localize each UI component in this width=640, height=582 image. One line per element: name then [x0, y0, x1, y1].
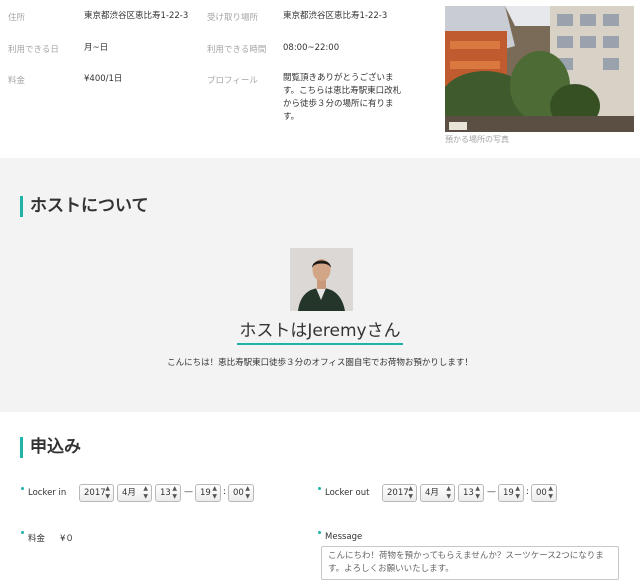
locker-out-hour-value: 19: [503, 488, 514, 498]
teal-dot-icon: [318, 487, 321, 490]
host-name-heading: ホストはJeremyさん: [0, 316, 640, 345]
pickup-value: 東京都渋谷区恵比寿1-22-3: [283, 11, 388, 21]
profile-value: 閲覧頂きありがとうございます。こちらは恵比寿駅東口改札から徒歩３分の場所に有りま…: [283, 73, 402, 122]
price-label: 料金: [8, 76, 26, 86]
time-colon: :: [526, 487, 530, 497]
host-name: ホストはJeremyさん: [237, 321, 403, 345]
days-label: 利用できる日: [8, 45, 59, 55]
locker-out-month-select[interactable]: 4月 ▲ ▼: [420, 484, 455, 502]
host-section: ホストについて ホストはJeremyさん こんにちは！恵比寿駅東口徒歩３分のオフ…: [0, 158, 640, 412]
host-avatar: [290, 248, 353, 311]
locker-in-minute-value: 00: [233, 488, 244, 498]
locker-in-label: Locker in: [28, 488, 67, 498]
photo-caption: 預かる場所の写真: [445, 135, 509, 144]
updown-arrow-icon: ▲ ▼: [143, 485, 148, 500]
locker-out-minute-value: 00: [536, 488, 547, 498]
fee-value: ¥０: [60, 534, 74, 544]
locker-in-day-select[interactable]: 13 ▲ ▼: [155, 484, 181, 502]
updown-arrow-icon: ▲ ▼: [245, 485, 250, 500]
hours-label: 利用できる時間: [207, 45, 267, 55]
message-label: Message: [325, 532, 363, 542]
updown-arrow-icon: ▲ ▼: [515, 485, 520, 500]
apply-section-title: 申込み: [20, 437, 81, 458]
locker-out-year-select[interactable]: 2017 ▲ ▼: [382, 484, 417, 502]
price-value: ¥400/1日: [84, 74, 123, 84]
updown-arrow-icon: ▲ ▼: [408, 485, 413, 500]
updown-arrow-icon: ▲ ▼: [172, 485, 177, 500]
application-form: 申込み Locker in 2017 ▲ ▼ 4月 ▲ ▼ 13 ▲ ▼ — 19 ▲ ▼ : …: [0, 412, 640, 582]
profile-label: プロフィール: [207, 76, 258, 86]
date-time-dash: —: [184, 487, 193, 497]
locker-in-hour-value: 19: [200, 488, 211, 498]
locker-in-minute-select[interactable]: 00 ▲ ▼: [228, 484, 254, 502]
updown-arrow-icon: ▲ ▼: [212, 485, 217, 500]
hours-value: 08:00~22:00: [283, 43, 340, 53]
host-avatar-image: [290, 248, 353, 311]
locker-in-month-select[interactable]: 4月 ▲ ▼: [117, 484, 152, 502]
address-label: 住所: [8, 13, 26, 23]
location-photo[interactable]: [445, 6, 634, 132]
locker-in-month-value: 4月: [122, 488, 136, 498]
locker-in-year-value: 2017: [84, 488, 106, 498]
address-value: 東京都渋谷区恵比寿1-22-3: [84, 11, 189, 21]
locker-out-month-value: 4月: [425, 488, 439, 498]
locker-out-hour-select[interactable]: 19 ▲ ▼: [498, 484, 524, 502]
pickup-label: 受け取り場所: [207, 13, 259, 23]
locker-in-hour-select[interactable]: 19 ▲ ▼: [195, 484, 221, 502]
updown-arrow-icon: ▲ ▼: [548, 485, 553, 500]
teal-dot-icon: [21, 531, 24, 534]
street-photo-image: [445, 6, 634, 132]
teal-dot-icon: [318, 531, 321, 534]
updown-arrow-icon: ▲ ▼: [105, 485, 110, 500]
locker-out-label: Locker out: [325, 488, 370, 498]
message-textarea[interactable]: こんにちわ！荷物を預かってもらえませんか？スーツケース2つになります。よろしくお…: [321, 546, 619, 580]
updown-arrow-icon: ▲ ▼: [446, 485, 451, 500]
locker-out-day-value: 13: [463, 488, 474, 498]
locker-out-year-value: 2017: [387, 488, 409, 498]
fee-label: 料金: [28, 534, 46, 544]
locker-out-day-select[interactable]: 13 ▲ ▼: [458, 484, 484, 502]
teal-dot-icon: [21, 487, 24, 490]
host-description: こんにちは！恵比寿駅東口徒歩３分のオフィス圏自宅でお荷物お預かりします！: [167, 358, 473, 368]
host-section-title: ホストについて: [20, 196, 149, 217]
time-colon: :: [223, 487, 227, 497]
locker-in-day-value: 13: [160, 488, 171, 498]
locker-in-year-select[interactable]: 2017 ▲ ▼: [79, 484, 114, 502]
updown-arrow-icon: ▲ ▼: [475, 485, 480, 500]
days-value: 月~日: [84, 43, 109, 53]
listing-info: 住所 東京都渋谷区恵比寿1-22-3 受け取り場所 東京都渋谷区恵比寿1-22-…: [0, 0, 640, 158]
date-time-dash: —: [487, 487, 496, 497]
locker-out-minute-select[interactable]: 00 ▲ ▼: [531, 484, 557, 502]
